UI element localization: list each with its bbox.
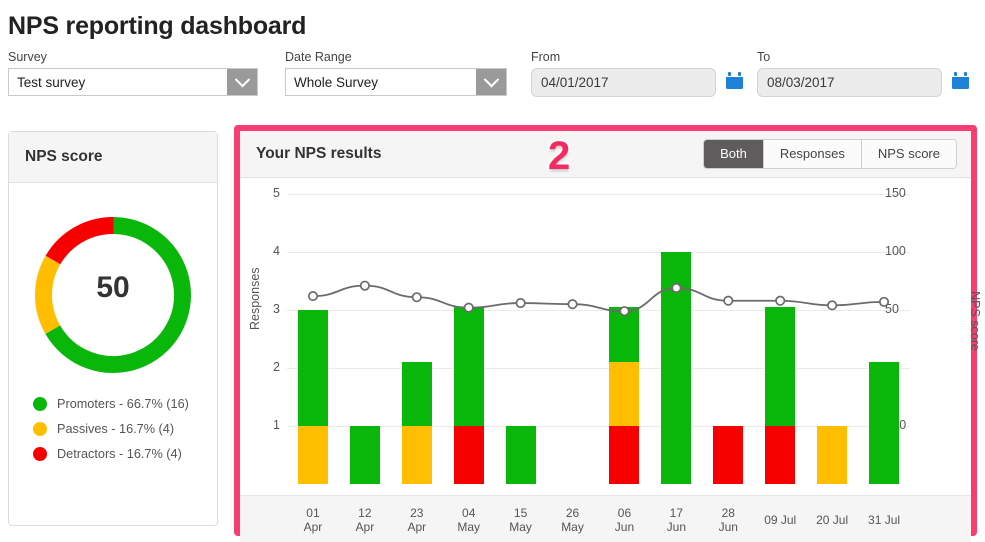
legend-color-dot: [33, 447, 47, 461]
x-axis-label: 31 Jul: [868, 513, 901, 527]
nps-donut-chart: 50: [9, 183, 217, 391]
bar-segment-passives[interactable]: [401, 426, 432, 484]
toggle-both[interactable]: Both: [704, 140, 764, 168]
bar-segment-promoters[interactable]: [765, 307, 796, 426]
y-axis-tick: 3: [273, 302, 280, 316]
bar-segment-detractors[interactable]: [453, 426, 484, 484]
bar-group[interactable]: [391, 178, 443, 484]
bar-segment-passives[interactable]: [817, 426, 848, 484]
y-axis-tick: 4: [273, 244, 280, 258]
legend-item: Promoters - 66.7% (16): [33, 397, 217, 411]
date-range-select-value: Whole Survey: [294, 74, 379, 90]
bar-segment-passives[interactable]: [609, 362, 640, 426]
y-axis-tick: 2: [273, 360, 280, 374]
date-range-label: Date Range: [285, 50, 352, 64]
to-field: To 08/03/2017: [757, 50, 970, 97]
legend-label: Promoters - 66.7% (16): [57, 397, 189, 411]
legend-label: Detractors - 16.7% (4): [57, 447, 182, 461]
from-date-input[interactable]: 04/01/2017: [531, 68, 716, 97]
bar-segment-promoters[interactable]: [401, 362, 432, 426]
nps-score-value: 50: [96, 271, 130, 304]
legend-label: Passives - 16.7% (4): [57, 422, 175, 436]
survey-select[interactable]: Test survey: [8, 68, 258, 96]
y-axis-title: Responses: [248, 267, 262, 330]
bar-group[interactable]: [858, 178, 910, 484]
y-axis-tick: 5: [273, 186, 280, 200]
bar-group[interactable]: [339, 178, 391, 484]
bar-group[interactable]: [702, 178, 754, 484]
x-axis-label: 12 Apr: [355, 506, 375, 534]
x-axis-label: 26 May: [561, 506, 584, 534]
toggle-responses[interactable]: Responses: [763, 140, 862, 168]
bar-group[interactable]: [495, 178, 547, 484]
chart-view-toggle[interactable]: Both Responses NPS score: [703, 139, 957, 169]
to-label: To: [757, 50, 771, 64]
nps-results-chart: Responses NPS score 12345−50050100150 01…: [240, 178, 982, 542]
dashboard-page: NPS reporting dashboard Survey Test surv…: [0, 0, 985, 542]
calendar-icon[interactable]: [951, 71, 970, 95]
x-axis-label: 15 May: [509, 506, 532, 534]
x-axis-label: 20 Jul: [816, 513, 849, 527]
annotation-badge-2: 2: [546, 132, 572, 180]
chart-card-header: Your NPS results Both Responses NPS score: [240, 131, 971, 178]
legend-color-dot: [33, 422, 47, 436]
nps-legend: Promoters - 66.7% (16) Passives - 16.7% (…: [9, 391, 217, 461]
bar-segment-promoters[interactable]: [349, 426, 380, 484]
y2-axis-title: NPS score: [968, 291, 983, 351]
chart-bars: [287, 178, 910, 484]
x-axis-label: 28 Jun: [718, 506, 738, 534]
bar-group[interactable]: [754, 178, 806, 484]
x-axis-label: 17 Jun: [666, 506, 687, 534]
to-date-input[interactable]: 08/03/2017: [757, 68, 942, 97]
bar-group[interactable]: [443, 178, 495, 484]
from-field: From 04/01/2017: [531, 50, 744, 97]
survey-select-value: Test survey: [17, 74, 86, 90]
bar-group[interactable]: [599, 178, 651, 484]
bar-group[interactable]: [547, 178, 599, 484]
bar-segment-promoters[interactable]: [609, 307, 640, 363]
legend-item: Detractors - 16.7% (4): [33, 447, 217, 461]
bar-segment-promoters[interactable]: [505, 426, 536, 484]
nps-results-card: Your NPS results Both Responses NPS score …: [234, 125, 982, 542]
nps-score-card: NPS score 50 Promoters - 66.7% (16) Passi…: [8, 131, 218, 526]
bar-group[interactable]: [650, 178, 702, 484]
chevron-down-icon[interactable]: [476, 69, 506, 95]
bar-segment-passives[interactable]: [297, 426, 328, 484]
chevron-down-icon[interactable]: [227, 69, 257, 95]
legend-color-dot: [33, 397, 47, 411]
date-range-field: Date Range Whole Survey: [285, 50, 507, 96]
page-title: NPS reporting dashboard: [8, 12, 307, 40]
legend-item: Passives - 16.7% (4): [33, 422, 217, 436]
bar-group[interactable]: [806, 178, 858, 484]
x-axis-label: 04 May: [457, 506, 481, 534]
bar-segment-promoters[interactable]: [297, 310, 328, 426]
y-axis-tick: 1: [273, 418, 280, 432]
from-label: From: [531, 50, 561, 64]
x-axis-label: 06 Jun: [614, 506, 635, 534]
bar-segment-promoters[interactable]: [453, 307, 484, 426]
chart-card-title: Your NPS results: [256, 145, 382, 162]
x-axis-label: 23 Apr: [407, 506, 427, 534]
calendar-icon[interactable]: [725, 71, 744, 95]
bar-group[interactable]: [287, 178, 339, 484]
survey-field: Survey Test survey: [8, 50, 258, 96]
bar-segment-detractors[interactable]: [713, 426, 744, 484]
nps-card-title: NPS score: [9, 132, 217, 183]
bar-segment-detractors[interactable]: [609, 426, 640, 484]
bar-segment-promoters[interactable]: [661, 252, 692, 484]
donut-segment: [45, 217, 114, 265]
toggle-nps-score[interactable]: NPS score: [861, 140, 956, 168]
bar-segment-detractors[interactable]: [765, 426, 796, 484]
x-axis-label: 01 Apr: [303, 506, 323, 534]
bar-segment-promoters[interactable]: [869, 362, 900, 484]
survey-label: Survey: [8, 50, 47, 64]
date-range-select[interactable]: Whole Survey: [285, 68, 507, 96]
x-axis-label: 09 Jul: [764, 513, 797, 527]
